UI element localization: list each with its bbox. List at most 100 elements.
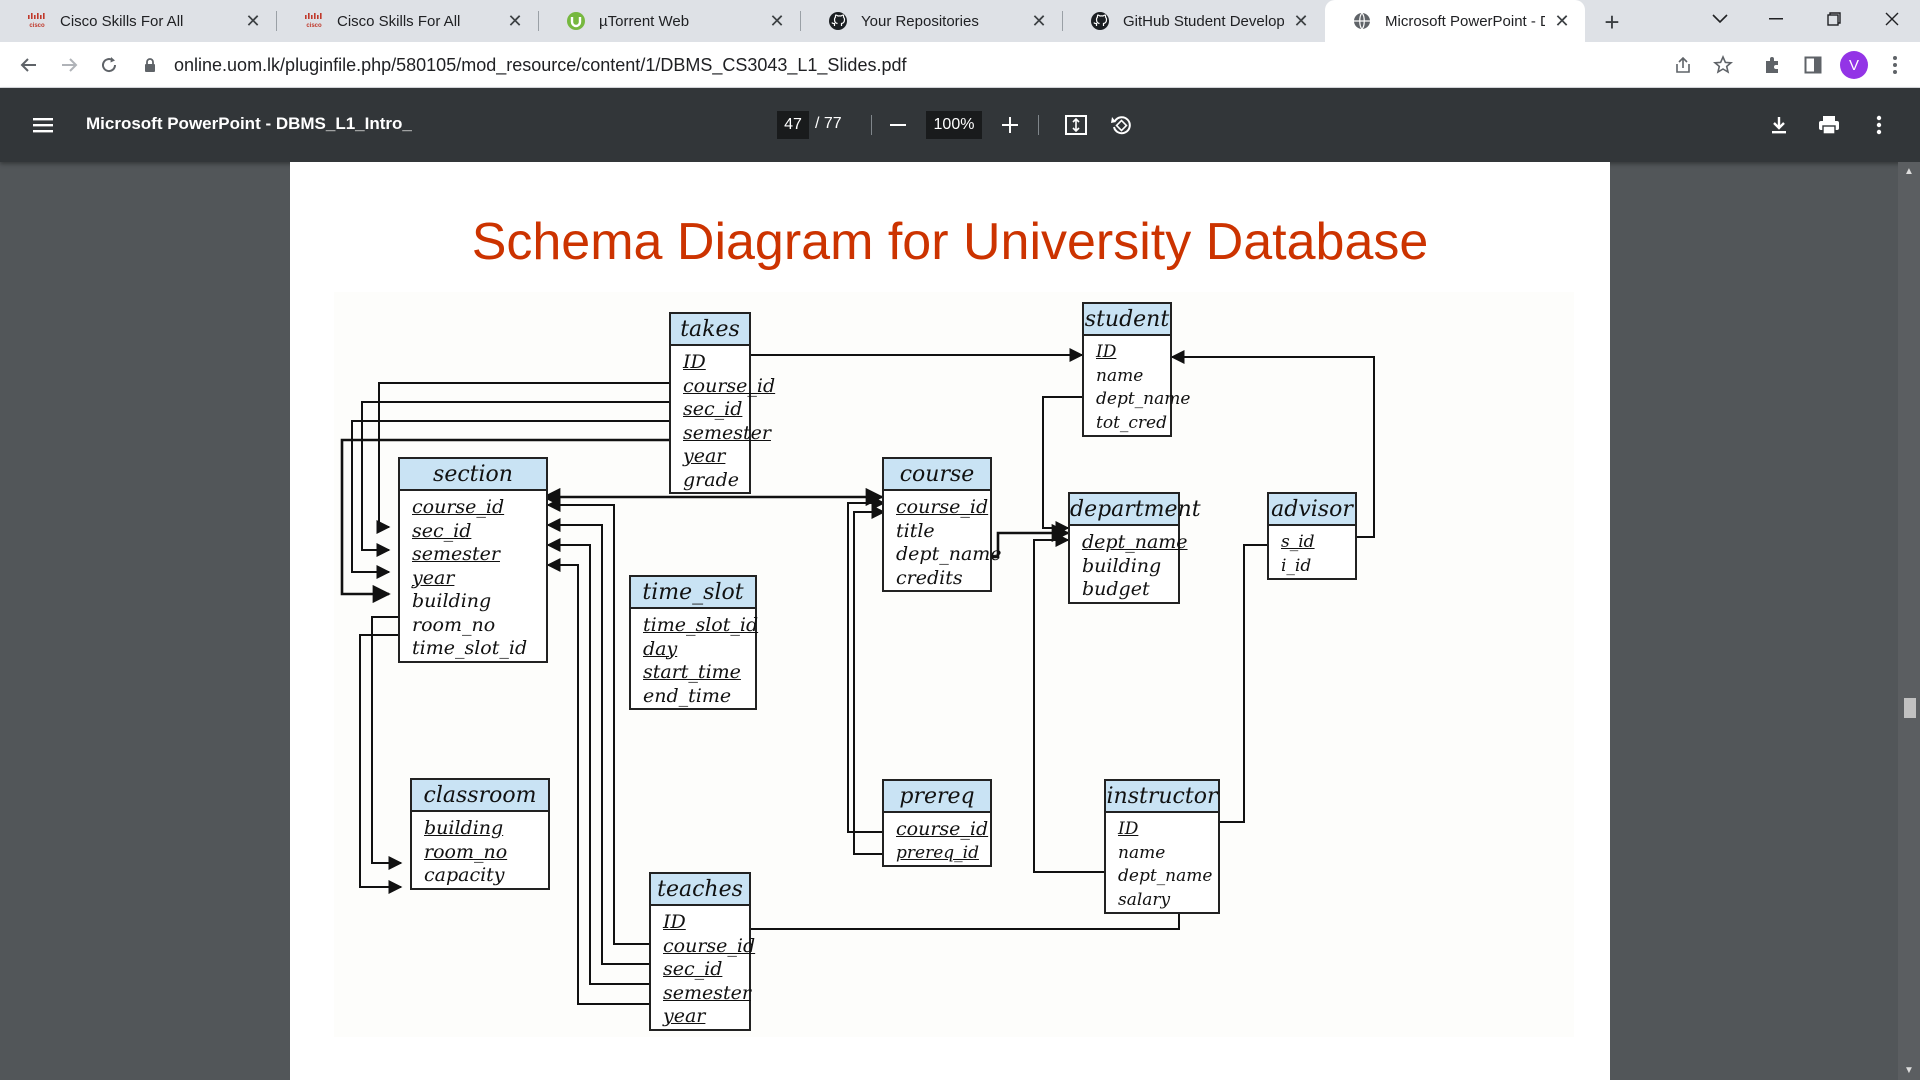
reload-button[interactable] [94, 50, 124, 80]
globe-icon [1351, 10, 1373, 32]
minimize-button[interactable] [1748, 0, 1804, 38]
attribute: name [1118, 842, 1166, 863]
bookmark-star-icon[interactable] [1708, 50, 1738, 80]
scroll-down-arrow-icon[interactable]: ▼ [1904, 1065, 1914, 1076]
back-button[interactable] [14, 50, 44, 80]
attribute: semester [412, 543, 500, 565]
cisco-icon: cisco [303, 10, 325, 32]
attribute: course_id [896, 496, 989, 518]
attribute: prereq_id [896, 842, 979, 863]
attribute: course_id [663, 934, 756, 957]
attribute: ID [1096, 342, 1117, 362]
table-header: department [1070, 494, 1201, 526]
forward-button[interactable] [54, 50, 84, 80]
tab-title: µTorrent Web [599, 12, 690, 30]
tab-cisco-1[interactable]: cisco Cisco Skills For All ✕ [0, 0, 276, 42]
scrollbar-thumb[interactable] [1904, 698, 1916, 718]
table-header: prereq [884, 781, 990, 813]
attribute: start_time [643, 661, 741, 683]
attribute: building [412, 590, 492, 612]
relationship-lines [340, 348, 1375, 1005]
attribute: year [412, 566, 455, 589]
attribute: name [1096, 365, 1144, 386]
close-window-button[interactable] [1864, 0, 1920, 38]
table-department: department dept_name building budget [1068, 492, 1201, 604]
rotate-icon[interactable] [1108, 112, 1134, 138]
table-prereq: prereq course_id prereq_id [882, 779, 992, 867]
zoom-out-button[interactable] [886, 113, 910, 137]
browser-menu-icon[interactable] [1880, 50, 1910, 80]
side-panel-icon[interactable] [1798, 50, 1828, 80]
svg-text:cisco: cisco [29, 23, 45, 29]
fit-to-page-icon[interactable] [1063, 112, 1089, 138]
attribute: capacity [424, 864, 505, 886]
table-section: section course_id sec_id semester year b… [398, 457, 548, 663]
attribute: semester [663, 981, 751, 1004]
attribute: building [424, 817, 504, 839]
tab-search-chevron-icon[interactable] [1692, 0, 1748, 38]
url-text[interactable]: online.uom.lk/pluginfile.php/580105/mod_… [174, 55, 906, 76]
svg-text:cisco: cisco [306, 23, 322, 29]
zoom-level-input[interactable]: 100% [926, 111, 982, 139]
attribute: ID [1118, 819, 1139, 839]
attribute: course_id [683, 374, 776, 397]
restore-button[interactable] [1806, 0, 1862, 38]
github-icon [1089, 10, 1111, 32]
profile-avatar[interactable]: V [1840, 51, 1868, 79]
cisco-icon: cisco [26, 10, 48, 32]
slide-title: Schema Diagram for University Database [471, 213, 1429, 271]
attribute: sec_id [663, 958, 723, 980]
attribute: salary [1118, 889, 1171, 910]
download-icon[interactable] [1766, 112, 1792, 138]
tab-title: Microsoft PowerPoint - DBM [1385, 12, 1545, 30]
attribute: i_id [1281, 555, 1312, 576]
pdf-viewer-toolbar: Microsoft PowerPoint - DBMS_L1_Intro_ 47… [0, 88, 1920, 162]
attribute: end_time [643, 684, 732, 707]
close-icon[interactable]: ✕ [1292, 11, 1310, 31]
tab-github-student[interactable]: GitHub Student Developer P ✕ [1063, 0, 1324, 42]
attribute: dept_name [1082, 531, 1188, 553]
close-icon[interactable]: ✕ [506, 11, 524, 31]
attribute: year [683, 445, 726, 467]
table-header: instructor [1106, 781, 1218, 813]
attribute: time_slot_id [643, 614, 759, 636]
table-header: student [1084, 304, 1170, 336]
print-icon[interactable] [1816, 112, 1842, 138]
attribute: budget [1082, 578, 1150, 600]
table-advisor: advisor s_id i_id [1267, 492, 1357, 580]
attribute: room_no [412, 613, 496, 636]
tab-utorrent[interactable]: µTorrent Web ✕ [539, 0, 800, 42]
attribute: building [1082, 554, 1162, 577]
scroll-up-arrow-icon[interactable]: ▲ [1904, 166, 1914, 177]
lock-icon[interactable] [140, 55, 160, 75]
table-header: teaches [651, 874, 749, 906]
extensions-puzzle-icon[interactable] [1758, 50, 1788, 80]
utorrent-icon [565, 10, 587, 32]
attribute: credits [896, 566, 963, 589]
zoom-in-button[interactable] [998, 113, 1022, 137]
new-tab-button[interactable]: + [1598, 7, 1626, 37]
pdf-scrollbar[interactable]: ▲ ▼ [1898, 162, 1920, 1080]
tab-powerpoint-active[interactable]: Microsoft PowerPoint - DBM ✕ [1325, 0, 1585, 42]
tab-github-repos[interactable]: Your Repositories ✕ [801, 0, 1062, 42]
address-bar[interactable]: online.uom.lk/pluginfile.php/580105/mod_… [140, 48, 1680, 82]
attribute: title [896, 519, 935, 542]
close-icon[interactable]: ✕ [1030, 11, 1048, 31]
table-classroom: classroom building room_no capacity [410, 778, 550, 890]
attribute: ID [663, 911, 686, 933]
table-header: classroom [412, 780, 548, 812]
hamburger-menu-icon[interactable] [30, 112, 56, 138]
attribute: semester [683, 421, 771, 444]
attribute: year [663, 1005, 706, 1027]
table-time-slot: time_slot time_slot_id day start_time en… [629, 575, 759, 710]
close-icon[interactable]: ✕ [244, 11, 262, 31]
tab-cisco-2[interactable]: cisco Cisco Skills For All ✕ [277, 0, 538, 42]
attribute: grade [683, 468, 739, 491]
close-icon[interactable]: ✕ [1553, 11, 1571, 31]
share-icon[interactable] [1668, 50, 1698, 80]
more-options-icon[interactable] [1866, 112, 1892, 138]
attribute: course_id [896, 818, 989, 840]
table-instructor: instructor ID name dept_name salary [1104, 779, 1220, 914]
close-icon[interactable]: ✕ [768, 11, 786, 31]
page-number-input[interactable]: 47 [777, 111, 809, 139]
